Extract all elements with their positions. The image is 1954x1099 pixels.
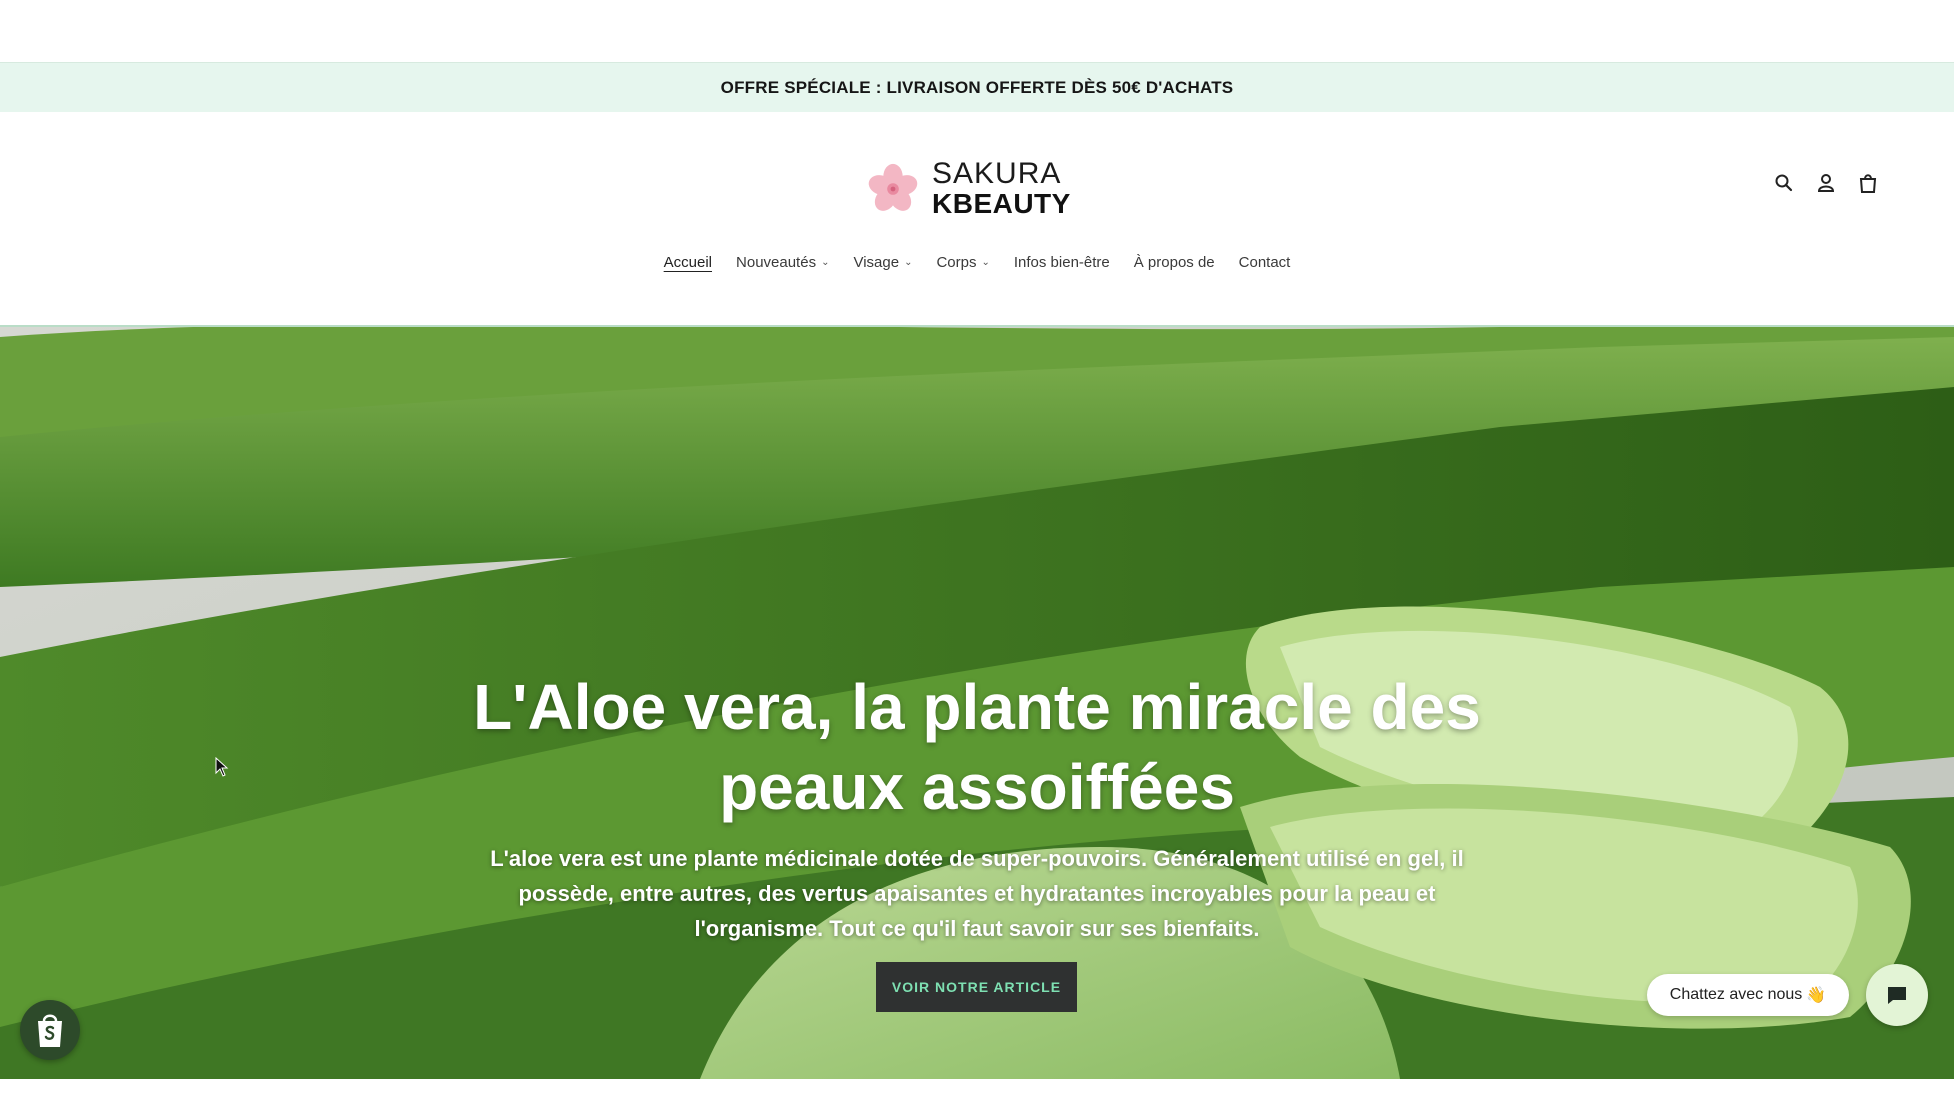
nav-label: Visage bbox=[853, 254, 900, 271]
nav-label: Corps bbox=[936, 254, 977, 271]
nav-item-corps[interactable]: Corps ⌄ bbox=[936, 254, 989, 271]
logo-line-2: KBEAUTY bbox=[932, 188, 1071, 219]
logo-line-1: SAKURA bbox=[932, 157, 1062, 190]
chat-icon bbox=[1888, 987, 1906, 1004]
nav-item-visage[interactable]: Visage ⌄ bbox=[853, 254, 912, 271]
nav-label: Accueil bbox=[663, 254, 713, 271]
nav-item-infos-bien-etre[interactable]: Infos bien-être bbox=[1014, 254, 1110, 271]
chat-label: Chattez avec nous bbox=[1669, 986, 1803, 1003]
read-article-button[interactable]: VOIR NOTRE ARTICLE bbox=[876, 962, 1077, 1012]
nav-item-accueil[interactable]: Accueil bbox=[664, 254, 712, 271]
header-icons bbox=[1774, 172, 1878, 194]
cart-icon[interactable] bbox=[1858, 172, 1878, 194]
site-logo[interactable]: SAKURA KBEAUTY bbox=[864, 152, 1088, 226]
hero-title: L'Aloe vera, la plante miracle des peaux… bbox=[473, 671, 1481, 823]
nav-item-a-propos[interactable]: À propos de bbox=[1134, 254, 1215, 271]
shopify-bag-button[interactable] bbox=[20, 1000, 80, 1060]
shopify-bag-icon bbox=[38, 1014, 62, 1047]
chevron-down-icon: ⌄ bbox=[904, 257, 913, 268]
nav-item-contact[interactable]: Contact bbox=[1239, 254, 1291, 271]
chat-label-button[interactable]: Chattez avec nous 👋 bbox=[1647, 974, 1849, 1016]
hero-banner: L'Aloe vera, la plante miracle des peaux… bbox=[0, 327, 1954, 1079]
bottom-whitespace bbox=[0, 1079, 1954, 1099]
announcement-text: OFFRE SPÉCIALE : LIVRAISON OFFERTE DÈS 5… bbox=[720, 78, 1234, 97]
nav-label: Contact bbox=[1238, 254, 1291, 271]
chevron-down-icon: ⌄ bbox=[981, 257, 990, 268]
waving-hand-emoji: 👋 bbox=[1806, 987, 1827, 1004]
mouse-cursor-icon bbox=[215, 757, 229, 777]
top-whitespace bbox=[0, 0, 1954, 62]
hero-description: L'aloe vera est une plante médicinale do… bbox=[490, 846, 1464, 941]
site-header: SAKURA KBEAUTY Accueil Nouveautés ⌄ Visa… bbox=[0, 112, 1954, 326]
sakura-flower-icon bbox=[868, 163, 918, 211]
announcement-bar: OFFRE SPÉCIALE : LIVRAISON OFFERTE DÈS 5… bbox=[0, 62, 1954, 114]
nav-label: Infos bien-être bbox=[1013, 254, 1110, 271]
nav-item-nouveautes[interactable]: Nouveautés ⌄ bbox=[736, 254, 829, 271]
search-icon[interactable] bbox=[1774, 172, 1794, 194]
hero-content: L'Aloe vera, la plante miracle des peaux… bbox=[420, 667, 1534, 946]
nav-label: Nouveautés bbox=[736, 254, 817, 271]
nav-label: À propos de bbox=[1133, 254, 1215, 271]
chevron-down-icon: ⌄ bbox=[821, 257, 830, 268]
account-icon[interactable] bbox=[1816, 172, 1836, 194]
main-navigation: Accueil Nouveautés ⌄ Visage ⌄ Corps ⌄ In… bbox=[0, 254, 1954, 271]
chat-launcher-button[interactable] bbox=[1866, 964, 1928, 1026]
